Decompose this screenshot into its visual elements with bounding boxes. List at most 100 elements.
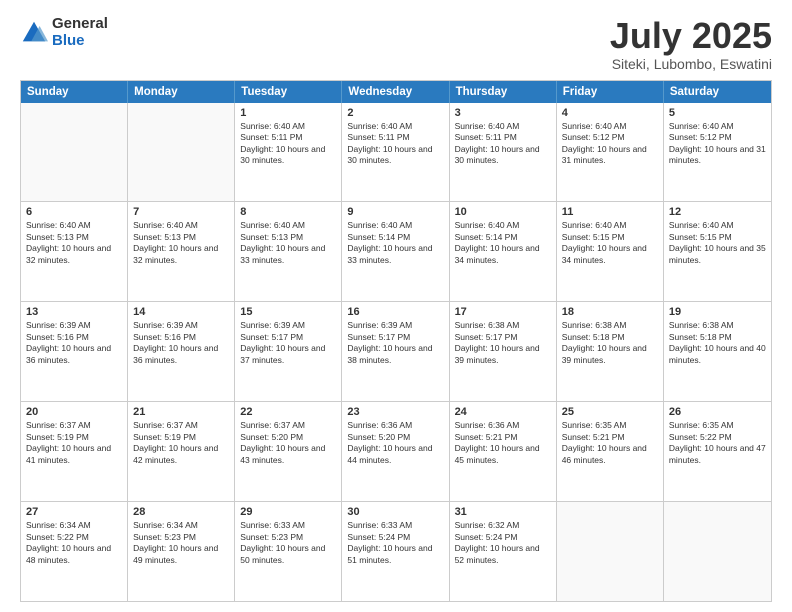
title-block: July 2025 Siteki, Lubombo, Eswatini — [610, 16, 772, 72]
day-number: 25 — [562, 406, 658, 418]
day-number: 21 — [133, 406, 229, 418]
day-info: Sunrise: 6:35 AM Sunset: 5:21 PM Dayligh… — [562, 420, 658, 466]
day-info: Sunrise: 6:39 AM Sunset: 5:16 PM Dayligh… — [133, 320, 229, 366]
calendar-cell: 23 Sunrise: 6:36 AM Sunset: 5:20 PM Dayli… — [342, 402, 449, 501]
title-location: Siteki, Lubombo, Eswatini — [610, 56, 772, 72]
calendar-cell: 15 Sunrise: 6:39 AM Sunset: 5:17 PM Dayli… — [235, 302, 342, 401]
day-number: 12 — [669, 206, 766, 218]
calendar-cell: 24 Sunrise: 6:36 AM Sunset: 5:21 PM Dayli… — [450, 402, 557, 501]
day-number: 14 — [133, 306, 229, 318]
calendar-cell — [128, 103, 235, 202]
day-number: 27 — [26, 506, 122, 518]
calendar-cell: 31 Sunrise: 6:32 AM Sunset: 5:24 PM Dayli… — [450, 502, 557, 601]
calendar-cell: 4Sunrise: 6:40 AM Sunset: 5:12 PM Daylig… — [557, 103, 664, 202]
day-info: Sunrise: 6:39 AM Sunset: 5:17 PM Dayligh… — [347, 320, 443, 366]
day-number: 20 — [26, 406, 122, 418]
logo-icon — [20, 19, 48, 47]
day-number: 5 — [669, 107, 766, 119]
day-info: Sunrise: 6:33 AM Sunset: 5:23 PM Dayligh… — [240, 520, 336, 566]
day-info: Sunrise: 6:33 AM Sunset: 5:24 PM Dayligh… — [347, 520, 443, 566]
day-number: 4 — [562, 107, 658, 119]
calendar-cell — [664, 502, 771, 601]
header-day-wednesday: Wednesday — [342, 81, 449, 103]
day-number: 6 — [26, 206, 122, 218]
day-info: Sunrise: 6:39 AM Sunset: 5:16 PM Dayligh… — [26, 320, 122, 366]
calendar-cell — [21, 103, 128, 202]
day-number: 17 — [455, 306, 551, 318]
calendar-row-2: 6 Sunrise: 6:40 AM Sunset: 5:13 PM Daylig… — [21, 201, 771, 301]
calendar-cell: 28 Sunrise: 6:34 AM Sunset: 5:23 PM Dayli… — [128, 502, 235, 601]
calendar-cell: 5 Sunrise: 6:40 AM Sunset: 5:12 PM Daylig… — [664, 103, 771, 202]
day-info: Sunrise: 6:40 AM Sunset: 5:15 PM Dayligh… — [562, 220, 658, 266]
calendar-cell: 10 Sunrise: 6:40 AM Sunset: 5:14 PM Dayli… — [450, 202, 557, 301]
calendar-row-4: 20Sunrise: 6:37 AM Sunset: 5:19 PM Dayli… — [21, 401, 771, 501]
day-info: Sunrise: 6:40 AM Sunset: 5:12 PM Dayligh… — [669, 121, 766, 167]
calendar-cell: 27 Sunrise: 6:34 AM Sunset: 5:22 PM Dayli… — [21, 502, 128, 601]
calendar-cell: 22Sunrise: 6:37 AM Sunset: 5:20 PM Dayli… — [235, 402, 342, 501]
calendar-cell — [557, 502, 664, 601]
page: General Blue July 2025 Siteki, Lubombo, … — [0, 0, 792, 612]
header: General Blue July 2025 Siteki, Lubombo, … — [20, 16, 772, 72]
day-info: Sunrise: 6:40 AM Sunset: 5:11 PM Dayligh… — [240, 121, 336, 167]
calendar-cell: 25 Sunrise: 6:35 AM Sunset: 5:21 PM Dayli… — [557, 402, 664, 501]
day-info: Sunrise: 6:40 AM Sunset: 5:14 PM Dayligh… — [455, 220, 551, 266]
day-number: 3 — [455, 107, 551, 119]
calendar-body: 1Sunrise: 6:40 AM Sunset: 5:11 PM Daylig… — [21, 103, 771, 601]
day-number: 18 — [562, 306, 658, 318]
day-number: 28 — [133, 506, 229, 518]
calendar-cell: 30 Sunrise: 6:33 AM Sunset: 5:24 PM Dayli… — [342, 502, 449, 601]
calendar-cell: 9Sunrise: 6:40 AM Sunset: 5:14 PM Daylig… — [342, 202, 449, 301]
calendar-cell: 2Sunrise: 6:40 AM Sunset: 5:11 PM Daylig… — [342, 103, 449, 202]
day-info: Sunrise: 6:38 AM Sunset: 5:17 PM Dayligh… — [455, 320, 551, 366]
calendar-cell: 20Sunrise: 6:37 AM Sunset: 5:19 PM Dayli… — [21, 402, 128, 501]
day-number: 7 — [133, 206, 229, 218]
day-info: Sunrise: 6:40 AM Sunset: 5:13 PM Dayligh… — [240, 220, 336, 266]
calendar-header: SundayMondayTuesdayWednesdayThursdayFrid… — [21, 81, 771, 103]
day-info: Sunrise: 6:39 AM Sunset: 5:17 PM Dayligh… — [240, 320, 336, 366]
day-info: Sunrise: 6:32 AM Sunset: 5:24 PM Dayligh… — [455, 520, 551, 566]
day-info: Sunrise: 6:40 AM Sunset: 5:11 PM Dayligh… — [455, 121, 551, 167]
day-number: 19 — [669, 306, 766, 318]
calendar-cell: 17 Sunrise: 6:38 AM Sunset: 5:17 PM Dayli… — [450, 302, 557, 401]
day-number: 31 — [455, 506, 551, 518]
day-number: 10 — [455, 206, 551, 218]
day-number: 8 — [240, 206, 336, 218]
day-info: Sunrise: 6:36 AM Sunset: 5:20 PM Dayligh… — [347, 420, 443, 466]
day-info: Sunrise: 6:40 AM Sunset: 5:15 PM Dayligh… — [669, 220, 766, 266]
calendar-row-1: 1Sunrise: 6:40 AM Sunset: 5:11 PM Daylig… — [21, 103, 771, 202]
day-number: 30 — [347, 506, 443, 518]
header-day-tuesday: Tuesday — [235, 81, 342, 103]
day-info: Sunrise: 6:40 AM Sunset: 5:13 PM Dayligh… — [133, 220, 229, 266]
calendar-cell: 26 Sunrise: 6:35 AM Sunset: 5:22 PM Dayli… — [664, 402, 771, 501]
logo-general: General — [52, 16, 108, 33]
logo: General Blue — [20, 16, 108, 49]
calendar-cell: 7 Sunrise: 6:40 AM Sunset: 5:13 PM Daylig… — [128, 202, 235, 301]
header-day-friday: Friday — [557, 81, 664, 103]
day-number: 26 — [669, 406, 766, 418]
day-info: Sunrise: 6:40 AM Sunset: 5:11 PM Dayligh… — [347, 121, 443, 167]
logo-text: General Blue — [52, 16, 108, 49]
calendar-cell: 19 Sunrise: 6:38 AM Sunset: 5:18 PM Dayli… — [664, 302, 771, 401]
day-number: 13 — [26, 306, 122, 318]
header-day-saturday: Saturday — [664, 81, 771, 103]
calendar-cell: 1Sunrise: 6:40 AM Sunset: 5:11 PM Daylig… — [235, 103, 342, 202]
day-number: 15 — [240, 306, 336, 318]
day-info: Sunrise: 6:36 AM Sunset: 5:21 PM Dayligh… — [455, 420, 551, 466]
day-info: Sunrise: 6:34 AM Sunset: 5:22 PM Dayligh… — [26, 520, 122, 566]
day-info: Sunrise: 6:35 AM Sunset: 5:22 PM Dayligh… — [669, 420, 766, 466]
day-number: 16 — [347, 306, 443, 318]
header-day-sunday: Sunday — [21, 81, 128, 103]
calendar-cell: 6Sunrise: 6:40 AM Sunset: 5:13 PM Daylig… — [21, 202, 128, 301]
calendar-cell: 12 Sunrise: 6:40 AM Sunset: 5:15 PM Dayli… — [664, 202, 771, 301]
day-info: Sunrise: 6:34 AM Sunset: 5:23 PM Dayligh… — [133, 520, 229, 566]
calendar-cell: 14 Sunrise: 6:39 AM Sunset: 5:16 PM Dayli… — [128, 302, 235, 401]
day-number: 22 — [240, 406, 336, 418]
day-info: Sunrise: 6:38 AM Sunset: 5:18 PM Dayligh… — [669, 320, 766, 366]
calendar-cell: 29Sunrise: 6:33 AM Sunset: 5:23 PM Dayli… — [235, 502, 342, 601]
day-number: 11 — [562, 206, 658, 218]
day-number: 9 — [347, 206, 443, 218]
calendar-cell: 11 Sunrise: 6:40 AM Sunset: 5:15 PM Dayli… — [557, 202, 664, 301]
day-number: 24 — [455, 406, 551, 418]
day-number: 23 — [347, 406, 443, 418]
calendar-cell: 13 Sunrise: 6:39 AM Sunset: 5:16 PM Dayli… — [21, 302, 128, 401]
